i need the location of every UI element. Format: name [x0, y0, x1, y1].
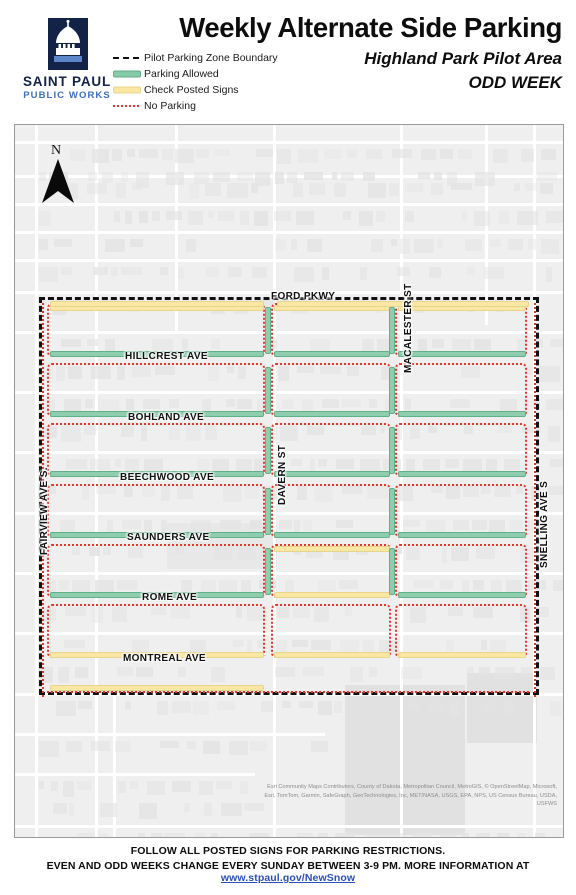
page-footer: FOLLOW ALL POSTED SIGNS FOR PARKING REST…	[0, 845, 576, 884]
parking-block-segment[interactable]	[47, 544, 265, 598]
street-label-davern-st: DAVERN ST	[277, 444, 288, 505]
segment-edge-green	[265, 488, 271, 535]
segment-edge-green	[398, 592, 526, 598]
parking-block-segment[interactable]	[47, 423, 265, 477]
parking-block-segment[interactable]	[395, 604, 527, 658]
legend-label-boundary: Pilot Parking Zone Boundary	[144, 52, 278, 64]
logo-name: SAINT PAUL	[23, 74, 111, 89]
segment-edge-green	[389, 367, 395, 414]
street-label-fairview-ave-s: FAIRVIEW AVE S.	[39, 467, 50, 555]
parking-block-segment[interactable]	[271, 484, 391, 538]
logo-subtitle: PUBLIC WORKS	[23, 90, 111, 101]
parking-block-segment[interactable]	[271, 423, 391, 477]
north-arrow-icon	[42, 159, 74, 203]
street-label-rome-ave: ROME AVE	[142, 592, 198, 603]
parking-block-segment[interactable]	[395, 363, 527, 417]
legend-swatch-yellow-icon	[113, 82, 141, 98]
north-label: N	[51, 143, 62, 158]
map-legend: Pilot Parking Zone Boundary Parking Allo…	[113, 50, 303, 114]
legend-swatch-boundary-icon	[113, 50, 139, 66]
saint-paul-capitol-dome-icon	[54, 19, 82, 62]
street-label-hillcrest-ave: HILLCREST AVE	[125, 351, 208, 362]
page-subtitle-week: ODD WEEK	[468, 73, 563, 92]
footer-line-1: FOLLOW ALL POSTED SIGNS FOR PARKING REST…	[130, 845, 446, 857]
legend-label-check-posted-signs: Check Posted Signs	[144, 84, 239, 96]
street-label-snelling-ave-s: SNELLING AVE S	[539, 480, 550, 568]
legend-swatch-red-icon	[113, 98, 139, 114]
newsnow-link[interactable]: www.stpaul.gov/NewSnow	[221, 872, 355, 884]
parking-block-segment[interactable]	[271, 604, 391, 658]
legend-item-check-posted-signs: Check Posted Signs	[113, 82, 303, 98]
street-label-bohland-ave: BOHLAND AVE	[128, 412, 205, 423]
segment-edge-green	[389, 427, 395, 474]
segment-edge-yellow	[274, 546, 390, 552]
segment-edge-green	[398, 411, 526, 417]
parking-block-segment[interactable]	[47, 484, 265, 538]
segment-edge-green	[389, 488, 395, 535]
street-label-montreal-ave: MONTREAL AVE	[123, 653, 206, 664]
parking-block-segment[interactable]	[271, 544, 391, 598]
street-label-ford-pkwy: FORD PKWY	[271, 291, 336, 302]
page-header: SAINT PAUL PUBLIC WORKS Pilot Parking Zo…	[0, 0, 576, 120]
parking-block-segment[interactable]	[395, 423, 527, 477]
parking-block-segment[interactable]	[395, 484, 527, 538]
street-label-macalester-st: MACALESTER ST	[403, 283, 414, 373]
footer-line-2: EVEN AND ODD WEEKS CHANGE EVERY SUNDAY B…	[0, 860, 576, 884]
segment-edge-green	[389, 548, 395, 595]
segment-edge-green	[265, 427, 271, 474]
segment-edge-green	[398, 351, 526, 357]
parking-block-segment[interactable]	[395, 303, 527, 357]
legend-item-boundary: Pilot Parking Zone Boundary	[113, 50, 303, 66]
legend-label-parking-allowed: Parking Allowed	[144, 68, 219, 80]
base-road	[15, 773, 255, 776]
map-attribution: Esri Community Maps Contributors, County…	[264, 784, 557, 808]
segment-edge-green	[265, 307, 271, 354]
map-canvas[interactable]: N FORD PKWY HILLCREST AVE BOHLAND AVE BE…	[15, 125, 563, 837]
segment-edge-yellow	[274, 652, 390, 658]
saint-paul-public-works-logo: SAINT PAUL PUBLIC WORKS	[18, 18, 116, 110]
segment-edge-green	[274, 351, 390, 357]
base-road	[35, 125, 38, 837]
segment-edge-green	[398, 532, 526, 538]
segment-edge-green	[274, 411, 390, 417]
logo-badge	[48, 18, 88, 70]
legend-label-no-parking: No Parking	[144, 100, 196, 112]
segment-edge-green	[265, 548, 271, 595]
footer-line-2-text: EVEN AND ODD WEEKS CHANGE EVERY SUNDAY B…	[46, 860, 530, 872]
parking-block-segment[interactable]	[47, 303, 265, 357]
segment-edge-red	[47, 691, 529, 697]
segment-edge-red	[528, 303, 536, 697]
segment-edge-yellow	[274, 592, 390, 598]
north-arrow: N	[41, 143, 75, 205]
parking-block-segment[interactable]	[47, 363, 265, 417]
segment-edge-green	[389, 307, 395, 354]
legend-swatch-green-icon	[113, 66, 141, 82]
base-road	[15, 733, 325, 736]
parking-block-segment[interactable]	[47, 604, 265, 658]
segment-edge-yellow	[398, 652, 526, 658]
legend-item-no-parking: No Parking	[113, 98, 303, 114]
segment-edge-green	[274, 471, 390, 477]
street-label-saunders-ave: SAUNDERS AVE	[127, 532, 210, 543]
parking-block-segment[interactable]	[271, 363, 391, 417]
map-frame[interactable]: N FORD PKWY HILLCREST AVE BOHLAND AVE BE…	[14, 124, 564, 838]
page-subtitle-area: Highland Park Pilot Area	[364, 49, 562, 68]
street-label-beechwood-ave: BEECHWOOD AVE	[120, 472, 214, 483]
legend-item-parking-allowed: Parking Allowed	[113, 66, 303, 82]
page-title: Weekly Alternate Side Parking	[179, 12, 562, 43]
parking-block-segment[interactable]	[271, 303, 391, 357]
segment-edge-green	[274, 532, 390, 538]
segment-edge-yellow	[50, 301, 264, 307]
segment-edge-green	[398, 471, 526, 477]
segment-edge-green	[265, 367, 271, 414]
parking-block-segment[interactable]	[395, 544, 527, 598]
